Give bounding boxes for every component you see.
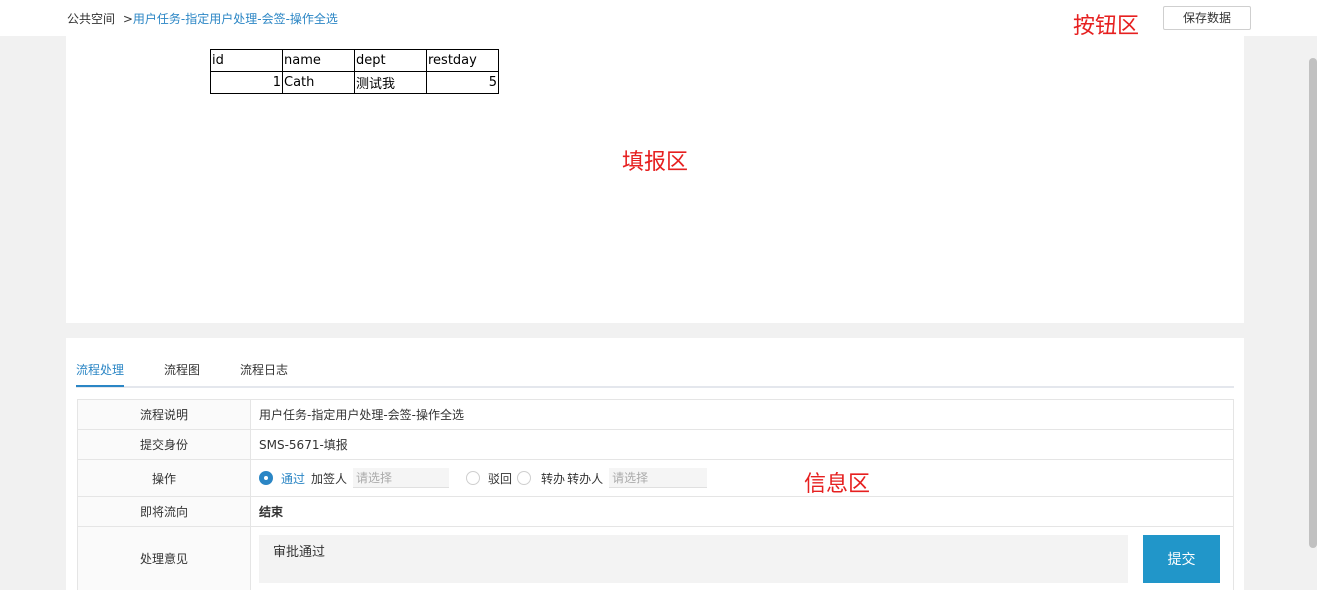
submitter-value: SMS-5671-填报	[250, 429, 1234, 460]
next-step-value: 结束	[250, 496, 1234, 527]
description-value: 用户任务-指定用户处理-会签-操作全选	[250, 399, 1234, 430]
table-row: 流程说明 用户任务-指定用户处理-会签-操作全选	[77, 399, 1234, 430]
transfer-radio[interactable]	[517, 471, 532, 485]
tab-flowchart[interactable]: 流程图	[164, 361, 200, 378]
scrollbar-thumb[interactable]	[1309, 58, 1317, 548]
operation-label: 操作	[77, 459, 251, 497]
add-signer-input[interactable]	[353, 468, 450, 488]
report-table: id name dept restday 1 Cath 测试我 5	[210, 49, 499, 94]
table-cell[interactable]: Cath	[282, 71, 355, 94]
table-row: 操作 通过 加签人 驳回 转办 转办人	[77, 459, 1234, 497]
info-area: 流程处理 流程图 流程日志 流程说明 用户任务-指定用户处理-会签-操作全选 提…	[66, 338, 1244, 590]
table-row: 提交身份 SMS-5671-填报	[77, 429, 1234, 460]
transfer-person-input[interactable]	[609, 468, 708, 488]
transfer-person-label: 转办人	[567, 471, 604, 486]
tab-process[interactable]: 流程处理	[76, 361, 124, 378]
tab-log[interactable]: 流程日志	[240, 361, 288, 378]
submitter-label: 提交身份	[77, 429, 251, 460]
table-row: 1 Cath 测试我 5	[210, 71, 499, 94]
approve-label[interactable]: 通过	[281, 470, 305, 487]
breadcrumb: 公共空间 >用户任务-指定用户处理-会签-操作全选	[67, 10, 338, 27]
top-bar: 公共空间 >用户任务-指定用户处理-会签-操作全选 按钮区 保存数据	[0, 0, 1317, 39]
active-tab-indicator	[76, 385, 124, 387]
table-cell[interactable]: 测试我	[354, 71, 427, 94]
approve-radio[interactable]	[259, 471, 273, 485]
operation-options: 通过 加签人 驳回 转办 转办人	[259, 460, 1233, 496]
reject-radio[interactable]	[466, 471, 481, 485]
fill-zone-label: 填报区	[622, 150, 689, 175]
process-info-table: 流程说明 用户任务-指定用户处理-会签-操作全选 提交身份 SMS-5671-填…	[77, 399, 1234, 590]
table-row: 处理意见 审批通过 提交	[77, 526, 1234, 590]
breadcrumb-separator: >	[122, 12, 133, 26]
opinion-label: 处理意见	[77, 526, 251, 590]
info-zone-label: 信息区	[804, 472, 871, 497]
transfer-label[interactable]: 转办	[541, 470, 565, 487]
breadcrumb-root[interactable]: 公共空间	[67, 12, 115, 26]
next-step-label: 即将流向	[77, 496, 251, 527]
table-cell[interactable]: 5	[426, 71, 499, 94]
save-data-button[interactable]: 保存数据	[1163, 6, 1251, 30]
table-header-cell[interactable]: id	[210, 49, 283, 72]
table-cell[interactable]: 1	[210, 71, 283, 94]
tab-bar: 流程处理 流程图 流程日志	[76, 338, 1234, 388]
table-header-cell[interactable]: restday	[426, 49, 499, 72]
reject-label[interactable]: 驳回	[488, 470, 512, 487]
operation-cell: 通过 加签人 驳回 转办 转办人	[250, 459, 1234, 497]
table-header-row: id name dept restday	[210, 49, 499, 72]
table-header-cell[interactable]: dept	[354, 49, 427, 72]
submit-button[interactable]: 提交	[1143, 535, 1220, 583]
opinion-textarea[interactable]: 审批通过	[259, 535, 1128, 583]
add-signer-label: 加签人	[311, 471, 348, 486]
opinion-cell: 审批通过 提交	[250, 526, 1234, 590]
fill-area: id name dept restday 1 Cath 测试我 5 填报区	[66, 36, 1244, 323]
table-row: 即将流向 结束	[77, 496, 1234, 527]
breadcrumb-current[interactable]: 用户任务-指定用户处理-会签-操作全选	[133, 12, 338, 26]
table-header-cell[interactable]: name	[282, 49, 355, 72]
description-label: 流程说明	[77, 399, 251, 430]
